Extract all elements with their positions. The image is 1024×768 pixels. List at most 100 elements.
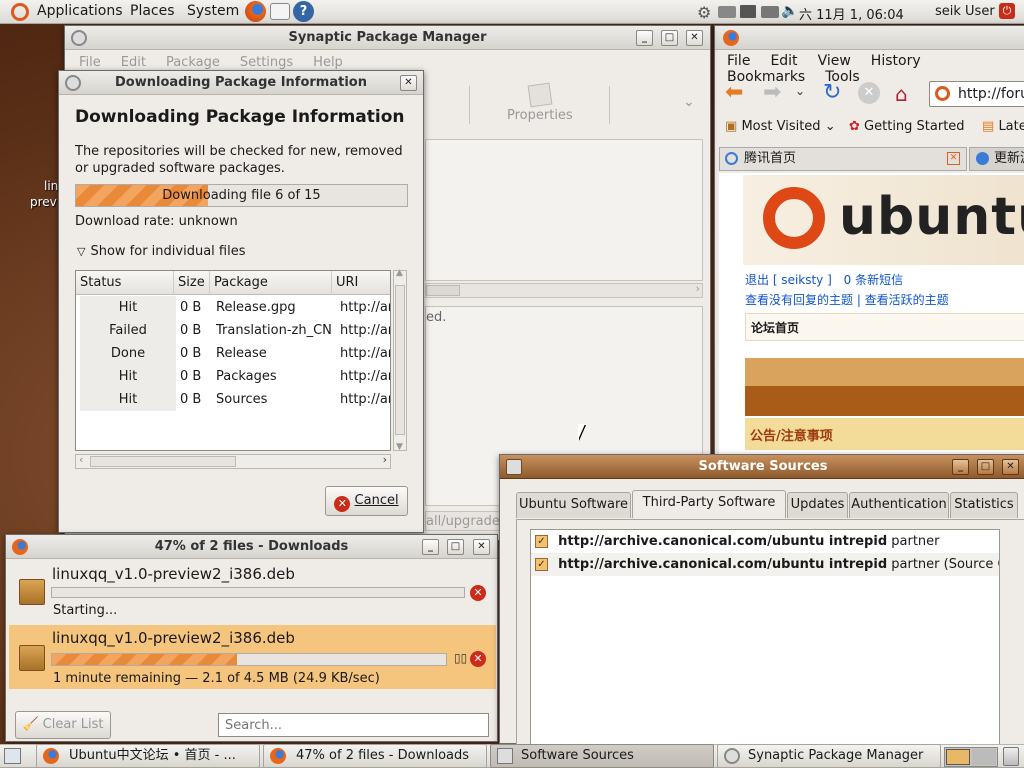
taskbar-button-software-sources[interactable]: Software Sources: [490, 744, 714, 768]
column-size[interactable]: Size: [176, 271, 210, 295]
synaptic-menu-package[interactable]: Package: [166, 55, 220, 70]
close-button[interactable]: ✕: [1002, 459, 1019, 475]
hscroll-thumb[interactable]: [90, 456, 236, 467]
topic-links[interactable]: 查看没有回复的主题 | 查看活跃的主题: [745, 291, 949, 308]
reload-icon[interactable]: ↻: [823, 80, 841, 105]
file-list-row[interactable]: Hit 0 B Packages http://ar: [78, 365, 390, 388]
firefox-menu-history[interactable]: History: [871, 53, 921, 69]
maximize-button[interactable]: □: [661, 30, 678, 46]
cancel-button[interactable]: ✕ Cancel: [325, 486, 408, 516]
minimize-button[interactable]: _: [636, 30, 653, 46]
desktop-icon-label[interactable]: lin prev: [30, 178, 58, 210]
scroll-up-icon[interactable]: ▲: [396, 268, 403, 278]
history-dropdown-icon[interactable]: ⌄: [795, 84, 805, 98]
clear-list-button[interactable]: 🧹 Clear List: [15, 711, 111, 739]
firefox-menu-view[interactable]: View: [818, 53, 851, 69]
download-item-selected[interactable]: linuxqq_v1.0-preview2_i386.deb ▯▯ ✕ 1 mi…: [9, 625, 496, 689]
stop-icon[interactable]: ✕: [858, 82, 880, 104]
tab-ubuntu-software[interactable]: Ubuntu Software: [516, 492, 631, 518]
menu-system[interactable]: System: [187, 3, 239, 19]
gear-icon[interactable]: ⚙: [697, 3, 711, 22]
tab-authentication[interactable]: Authentication: [849, 492, 949, 518]
workspace-switcher[interactable]: [944, 747, 998, 767]
firefox-tab-1[interactable]: 腾讯首页 ✕: [719, 147, 967, 171]
forward-icon[interactable]: ➡: [763, 80, 781, 105]
synaptic-menu-help[interactable]: Help: [313, 55, 343, 70]
file-list-row[interactable]: Failed 0 B Translation-zh_CN http://ar: [78, 319, 390, 342]
synaptic-menu-edit[interactable]: Edit: [121, 55, 146, 70]
close-button[interactable]: ✕: [473, 539, 490, 555]
power-icon[interactable]: ⏻: [999, 3, 1015, 19]
url-bar[interactable]: http://foru: [929, 81, 1024, 107]
scroll-left-icon[interactable]: ‹: [79, 453, 83, 466]
notice-title[interactable]: 公告/注意事项: [750, 425, 833, 444]
firefox-tab-2[interactable]: 更新源: [969, 147, 1024, 171]
column-uri[interactable]: URI: [334, 271, 390, 295]
maximize-button[interactable]: □: [977, 459, 994, 475]
show-desktop-icon[interactable]: [4, 748, 21, 764]
taskbar-button-synaptic[interactable]: Synaptic Package Manager: [717, 744, 941, 768]
source-checkbox[interactable]: ✓: [535, 535, 548, 548]
tab-close-icon[interactable]: ✕: [947, 152, 960, 165]
synaptic-menu-settings[interactable]: Settings: [240, 55, 293, 70]
network-icon[interactable]: [761, 6, 779, 18]
synaptic-menu-file[interactable]: File: [79, 55, 101, 70]
messages-link[interactable]: 0 条新短信: [844, 273, 903, 287]
file-list-row[interactable]: Hit 0 B Sources http://ar: [78, 388, 390, 411]
minimize-button[interactable]: _: [422, 539, 439, 555]
menu-applications[interactable]: Applications: [37, 3, 123, 19]
vscroll-thumb[interactable]: [395, 285, 405, 435]
trash-icon[interactable]: [1003, 747, 1019, 766]
cancel-download-icon[interactable]: ✕: [470, 651, 486, 667]
help-launcher-icon[interactable]: ?: [293, 1, 314, 22]
ubuntu-logo-icon[interactable]: [11, 3, 29, 21]
mail-launcher-icon[interactable]: [270, 3, 290, 20]
column-package[interactable]: Package: [212, 271, 332, 295]
dialog-close-button[interactable]: ✕: [400, 75, 417, 91]
pause-download-icon[interactable]: ▯▯: [454, 651, 467, 665]
workspace-2[interactable]: [972, 749, 996, 765]
file-list-row[interactable]: Hit 0 B Release.gpg http://ar: [78, 296, 390, 319]
volume-icon[interactable]: 🔈: [781, 3, 798, 19]
toolbar-chevron-icon[interactable]: ⌄: [683, 94, 695, 110]
printer-icon[interactable]: [718, 6, 736, 18]
tab-third-party-software[interactable]: Third-Party Software: [632, 490, 786, 518]
user-name[interactable]: seik User: [935, 4, 995, 19]
bookmark-most-visited[interactable]: ▣ Most Visited ⌄: [725, 119, 836, 134]
scroll-down-icon[interactable]: ▼: [396, 442, 403, 452]
scroll-right-icon[interactable]: ›: [696, 282, 700, 295]
firefox-menu-edit[interactable]: Edit: [770, 53, 797, 69]
file-list-vscroll[interactable]: ▲ ▼: [393, 268, 407, 452]
tab-updates[interactable]: Updates: [787, 492, 848, 518]
menu-places[interactable]: Places: [130, 3, 175, 19]
properties-button[interactable]: Properties: [507, 108, 573, 123]
forum-home-link[interactable]: 论坛首页: [751, 319, 799, 336]
hscroll-thumb[interactable]: [426, 285, 460, 296]
home-icon[interactable]: ⌂: [895, 82, 908, 106]
package-list-hscroll[interactable]: ›: [425, 282, 703, 298]
tab-statistics[interactable]: Statistics: [950, 492, 1018, 518]
minimize-button[interactable]: _: [952, 459, 969, 475]
workspace-1[interactable]: [946, 749, 970, 765]
source-entry[interactable]: ✓ http://archive.canonical.com/ubuntu in…: [531, 530, 999, 553]
taskbar-button-firefox[interactable]: Ubuntu中文论坛 • 首页 - ...: [36, 744, 260, 768]
downloads-search-input[interactable]: [218, 713, 489, 737]
column-status[interactable]: Status: [78, 271, 174, 295]
download-item[interactable]: linuxqq_v1.0-preview2_i386.deb ✕ Startin…: [9, 561, 496, 621]
maximize-button[interactable]: □: [447, 539, 464, 555]
logout-link[interactable]: 退出 [ seiksty ]: [745, 273, 832, 287]
scroll-right-icon[interactable]: ›: [383, 453, 387, 466]
computer-icon[interactable]: [740, 5, 756, 18]
source-entry[interactable]: ✓ http://archive.canonical.com/ubuntu in…: [531, 553, 999, 576]
firefox-launcher-icon[interactable]: [245, 1, 266, 22]
bookmark-getting-started[interactable]: ✿ Getting Started: [849, 119, 965, 134]
firefox-menu-file[interactable]: File: [727, 53, 750, 69]
details-expander[interactable]: ▽ Show for individual files: [77, 244, 245, 259]
cancel-download-icon[interactable]: ✕: [470, 585, 486, 601]
file-list-hscroll[interactable]: ‹ ›: [75, 453, 391, 469]
bookmark-latest[interactable]: ▤ Late: [982, 119, 1024, 134]
close-button[interactable]: ✕: [686, 30, 703, 46]
taskbar-button-downloads[interactable]: 47% of 2 files - Downloads: [263, 744, 487, 768]
back-icon[interactable]: ⬅: [725, 80, 743, 105]
clock[interactable]: 六 11月 1, 06:04: [799, 4, 904, 23]
